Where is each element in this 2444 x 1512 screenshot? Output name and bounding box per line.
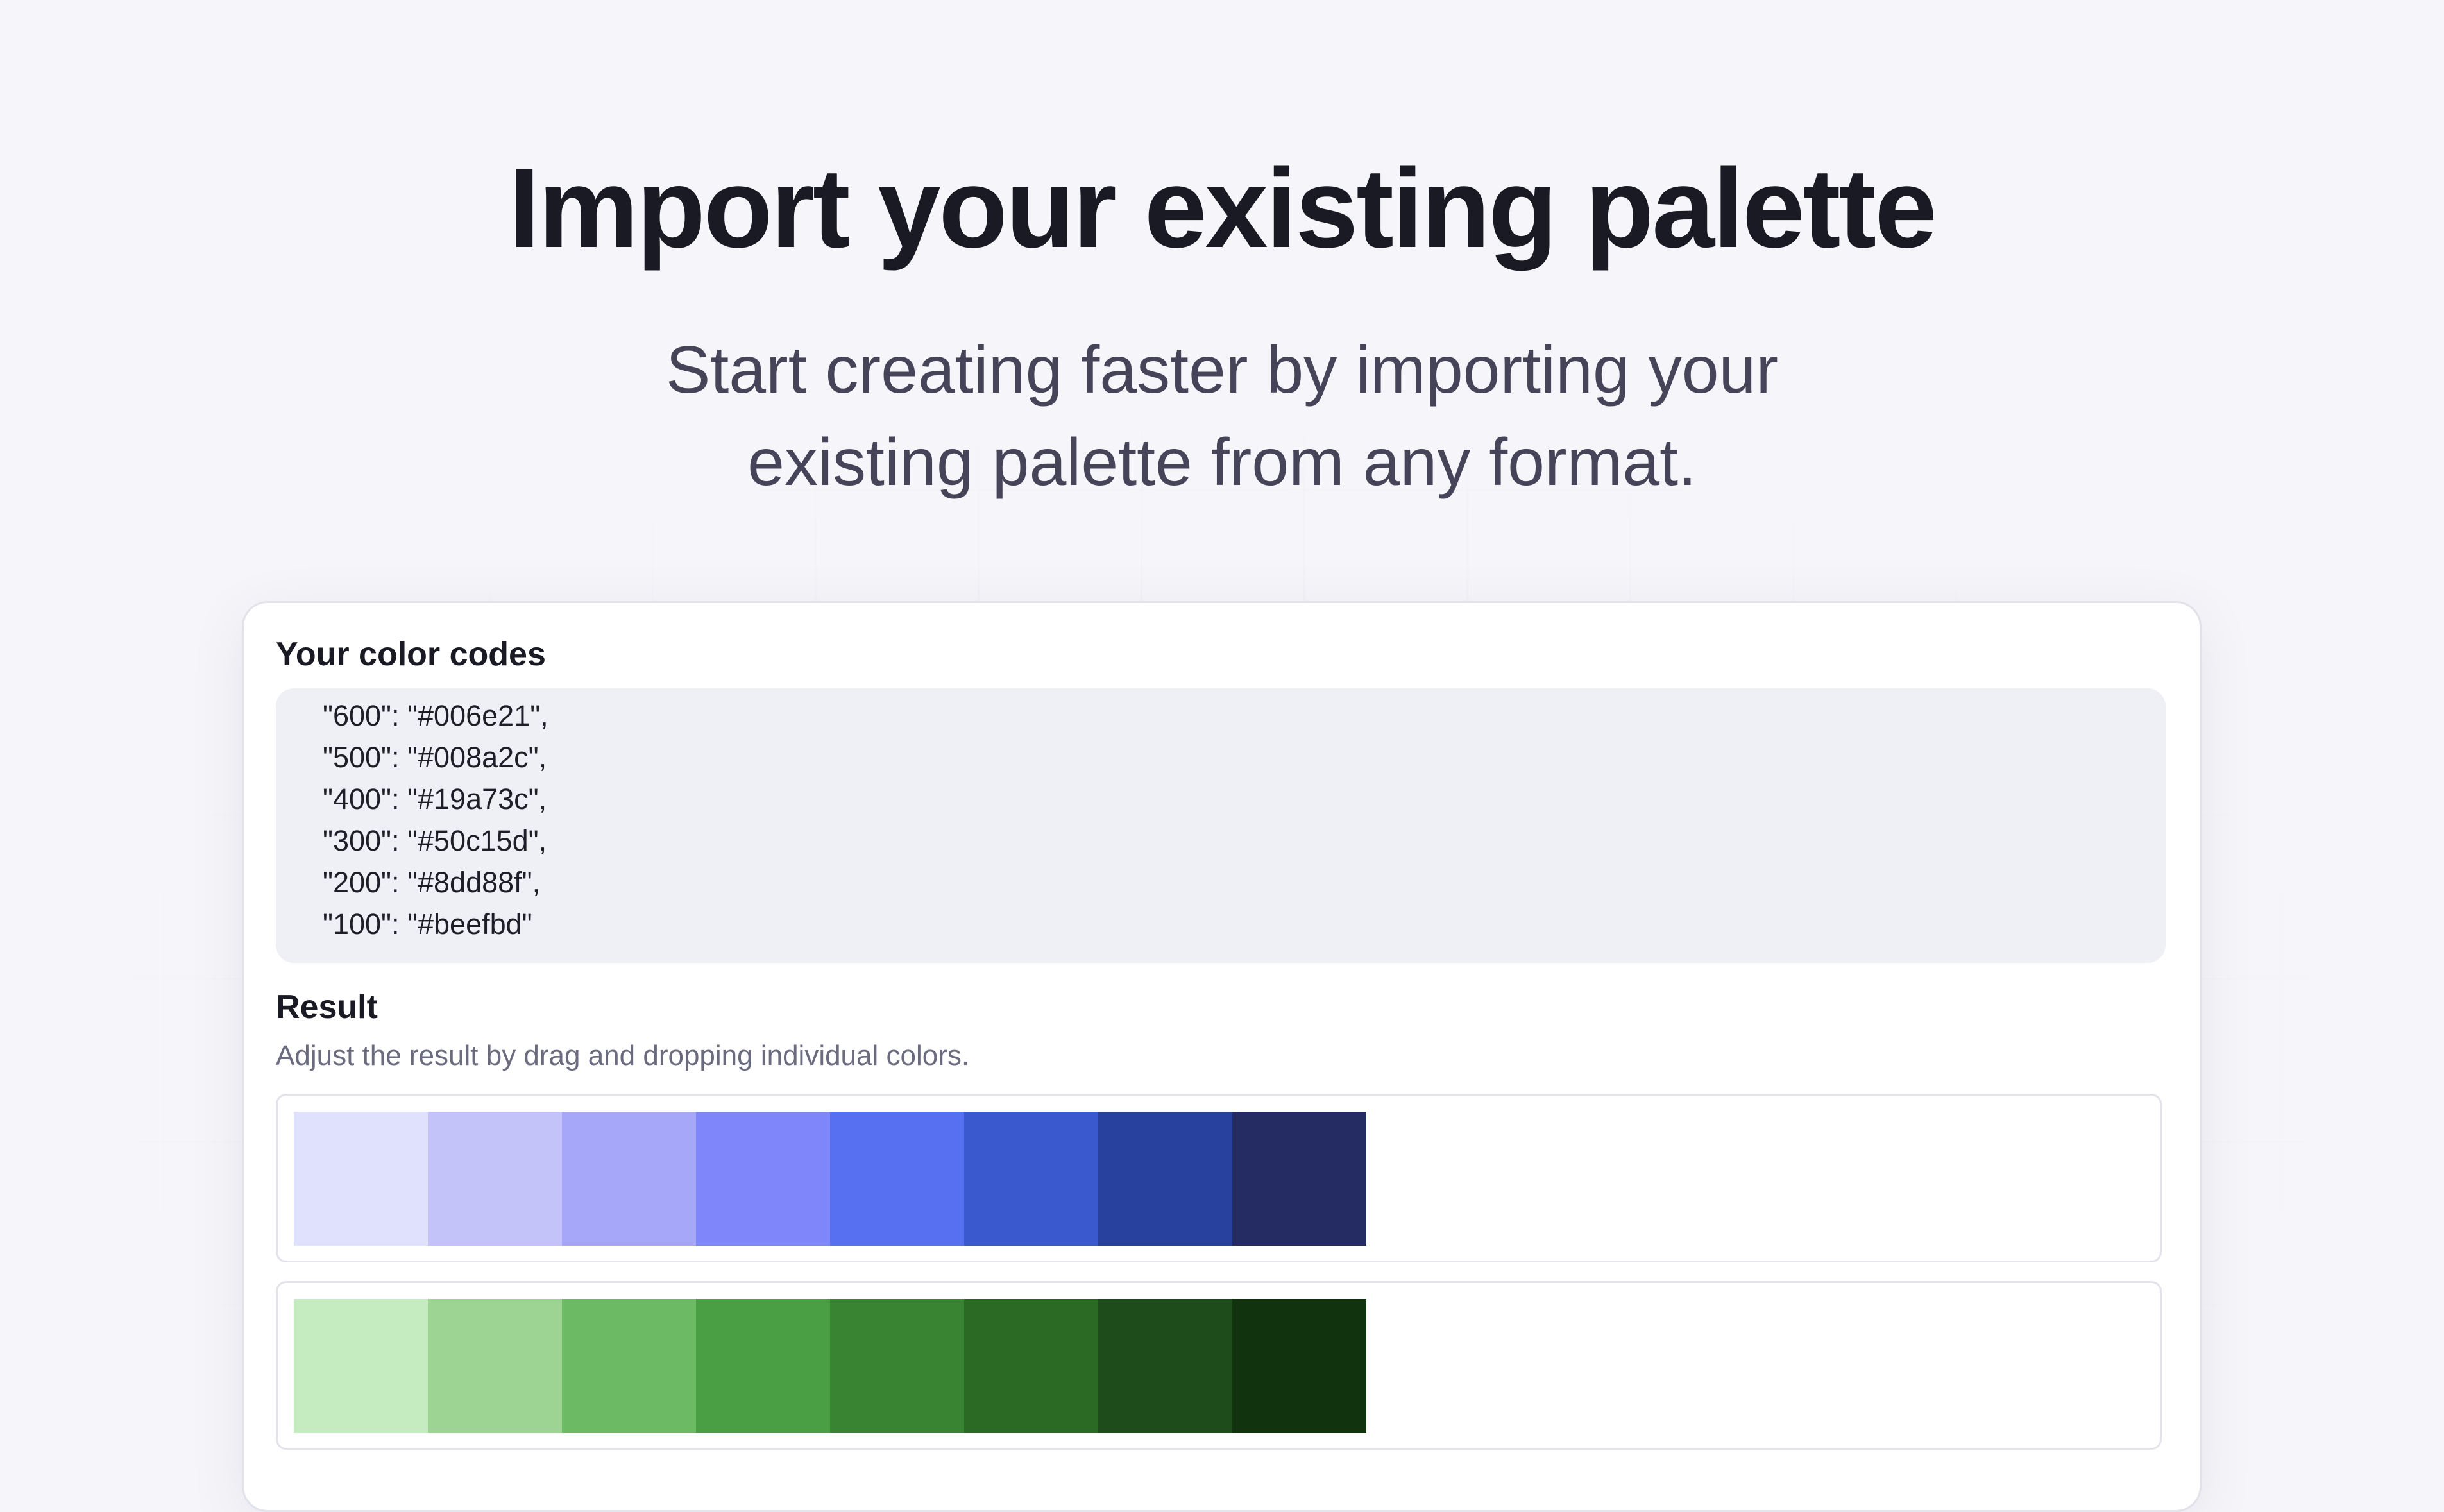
color-swatch[interactable]: [428, 1112, 562, 1246]
code-line: "300": "#50c15d",: [323, 824, 547, 857]
page-title: Import your existing palette: [509, 146, 1937, 271]
result-label: Result: [276, 989, 378, 1026]
color-swatch[interactable]: [428, 1299, 562, 1433]
color-swatch[interactable]: [696, 1299, 830, 1433]
color-swatch[interactable]: [964, 1112, 1098, 1246]
swatch-list: [294, 1299, 1366, 1433]
color-swatch[interactable]: [964, 1299, 1098, 1433]
code-line: "400": "#19a73c",: [323, 783, 547, 815]
palette-row-blue: [276, 1094, 2162, 1262]
color-swatch[interactable]: [1232, 1299, 1366, 1433]
color-swatch[interactable]: [1232, 1112, 1366, 1246]
color-swatch[interactable]: [1098, 1112, 1232, 1246]
result-description: Adjust the result by drag and dropping i…: [276, 1040, 970, 1071]
color-swatch[interactable]: [830, 1299, 964, 1433]
color-swatch[interactable]: [830, 1112, 964, 1246]
swatch-list: [294, 1112, 1366, 1246]
color-codes-label: Your color codes: [276, 636, 546, 673]
code-line: "500": "#008a2c",: [323, 741, 547, 774]
color-swatch[interactable]: [562, 1299, 696, 1433]
palette-row-green: [276, 1281, 2162, 1450]
code-line: "100": "#beefbd": [323, 908, 532, 940]
color-swatch[interactable]: [294, 1299, 428, 1433]
color-swatch[interactable]: [1098, 1299, 1232, 1433]
color-swatch[interactable]: [696, 1112, 830, 1246]
page-subtitle: Start creating faster by importing your …: [665, 333, 1779, 500]
code-line: "600": "#006e21",: [323, 699, 548, 732]
color-swatch[interactable]: [294, 1112, 428, 1246]
code-line: "200": "#8dd88f",: [323, 866, 541, 899]
import-card: Your color codes "600": "#006e21", "500"…: [242, 601, 2202, 1512]
color-swatch[interactable]: [562, 1112, 696, 1246]
color-codes-input[interactable]: "600": "#006e21", "500": "#008a2c", "400…: [276, 688, 2166, 963]
